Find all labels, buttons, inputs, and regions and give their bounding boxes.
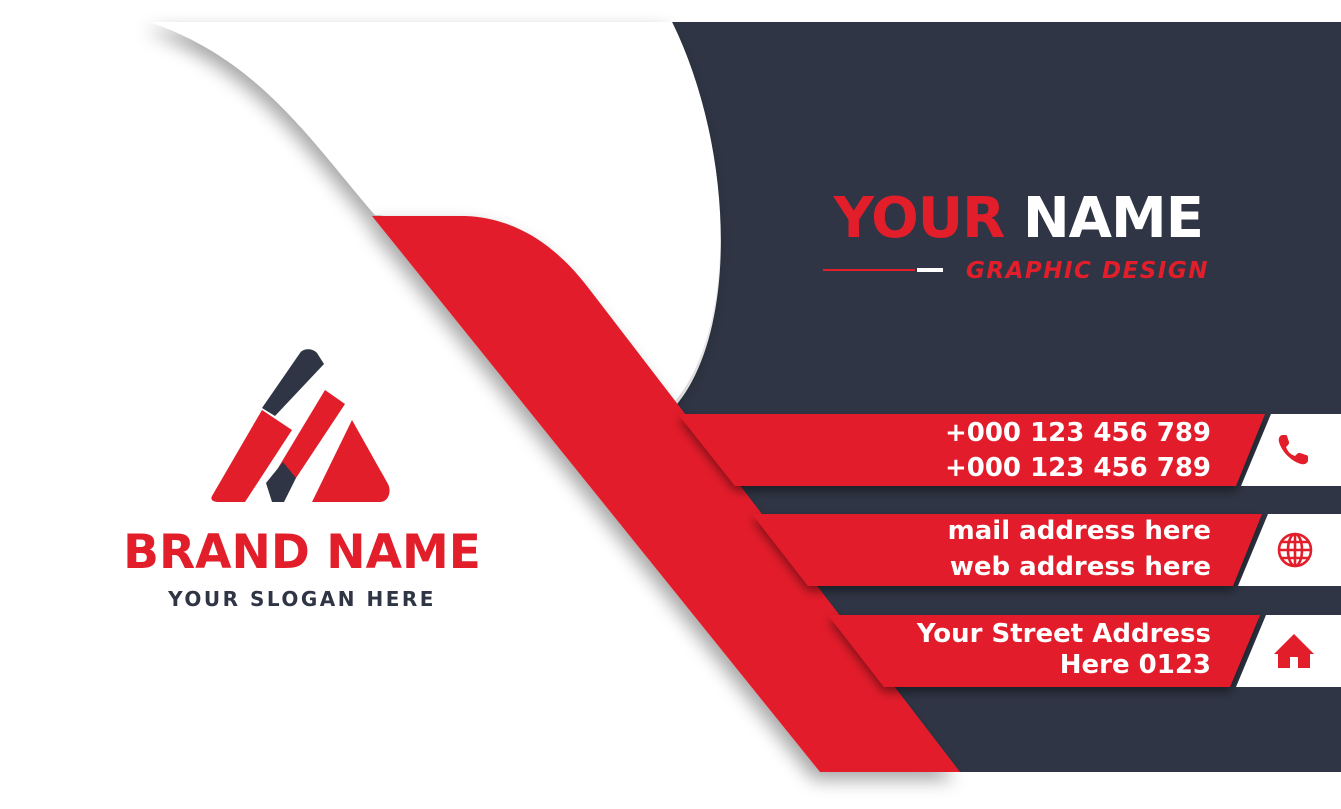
street-address-line-1: Your Street Address [916,619,1211,649]
globe-icon [1277,532,1313,568]
mail-address[interactable]: mail address here [948,515,1211,548]
person-last-name: NAME [1022,186,1204,251]
card-artwork [0,0,1341,809]
phone-number-1[interactable]: +000 123 456 789 [945,417,1211,450]
brand-name: BRAND NAME [123,525,481,580]
person-title: GRAPHIC DESIGN [966,258,1209,284]
person-first-name: YOUR [833,186,1006,251]
street-address-line-2: Here 0123 [1059,650,1211,680]
business-card: BRAND NAME YOUR SLOGAN HERE YOUR NAME GR… [0,0,1341,809]
person-name: YOUR NAME [833,186,1204,252]
brand-slogan: YOUR SLOGAN HERE [168,587,436,611]
phone-number-2[interactable]: +000 123 456 789 [945,452,1211,485]
web-address[interactable]: web address here [950,551,1211,584]
